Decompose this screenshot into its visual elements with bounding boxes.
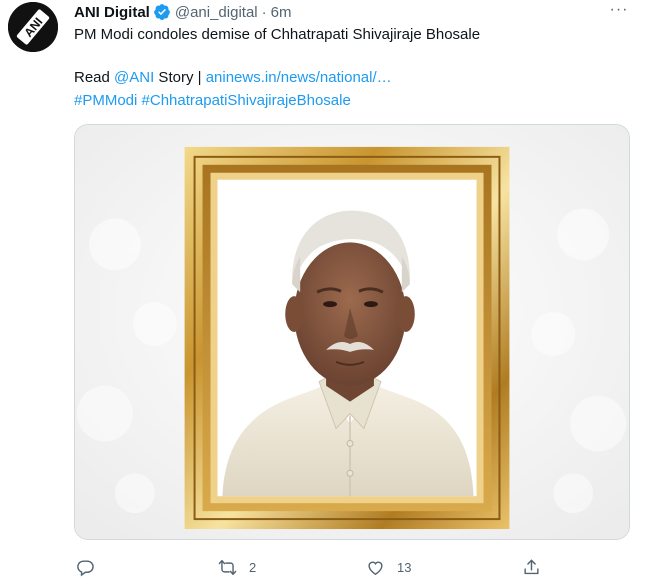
tweet-header: ANI Digital @ani_digital · 6m <box>74 2 291 22</box>
article-link[interactable]: aninews.in/news/national/… <box>206 69 392 86</box>
hashtag-link-bhosale[interactable]: #ChhatrapatiShivajirajeBhosale <box>142 92 351 109</box>
retweet-button[interactable]: 2 <box>218 555 256 579</box>
framed-portrait-image <box>75 125 629 539</box>
tweet-text: PM Modi condoles demise of Chhatrapati S… <box>74 26 481 43</box>
like-button[interactable]: 13 <box>366 555 411 579</box>
display-name[interactable]: ANI Digital <box>74 4 150 21</box>
retweet-count: 2 <box>249 559 257 575</box>
avatar[interactable]: ANI <box>8 2 58 52</box>
mention-link[interactable]: @ANI <box>114 69 154 86</box>
like-count: 13 <box>397 559 412 575</box>
share-icon <box>522 558 541 577</box>
retweet-icon <box>218 558 237 577</box>
user-handle[interactable]: @ani_digital <box>175 4 258 21</box>
story-separator: Story | <box>154 69 206 86</box>
reply-icon <box>76 558 95 577</box>
tweet-photo[interactable] <box>74 124 630 540</box>
reply-button[interactable] <box>76 555 107 579</box>
share-button[interactable] <box>522 555 541 579</box>
like-icon <box>366 558 385 577</box>
hashtag-line: #PMModi #ChhatrapatiShivajirajeBhosale <box>74 90 351 112</box>
verified-badge-icon <box>153 3 171 21</box>
tweet-actions: 2 13 <box>70 555 550 579</box>
more-icon[interactable]: ··· <box>606 0 632 20</box>
ani-logo-icon: ANI <box>8 2 58 52</box>
tweet-text-read-line: Read @ANI Story | aninews.in/news/nation… <box>74 67 392 89</box>
read-prefix: Read <box>74 69 115 86</box>
hashtag-link-pmmodi[interactable]: #PMModi <box>74 92 137 109</box>
timestamp[interactable]: 6m <box>271 4 292 21</box>
tweet[interactable]: ANI ANI Digital @ani_digital · 6m ··· PM… <box>0 0 654 586</box>
separator-dot: · <box>261 3 267 21</box>
